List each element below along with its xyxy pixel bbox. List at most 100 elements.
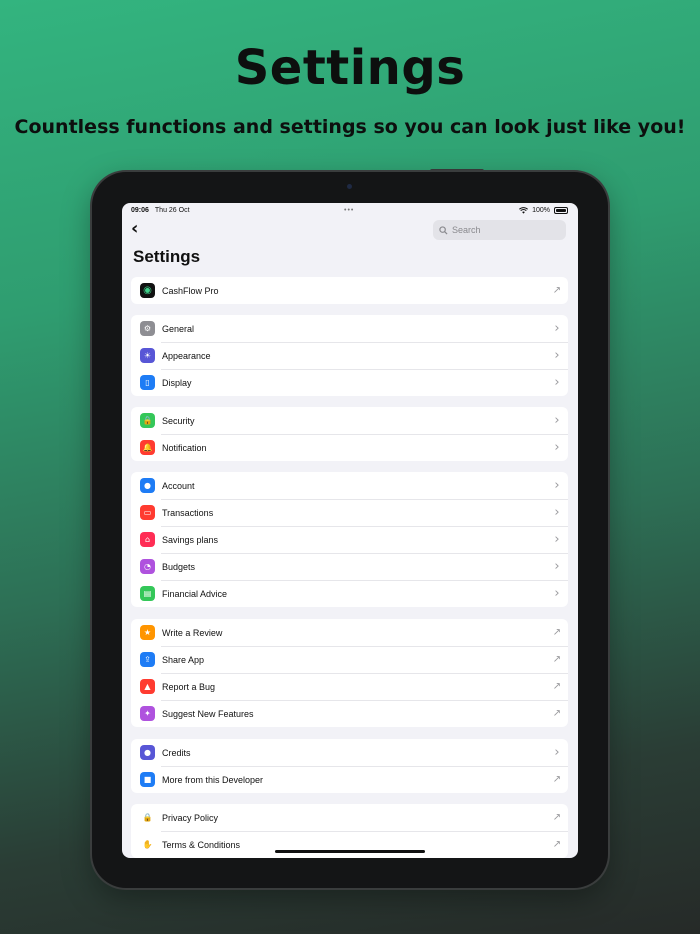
settings-row-label: Savings plans bbox=[162, 534, 219, 545]
app-logo-icon: ◉ bbox=[140, 283, 155, 298]
settings-row-cashflow-pro[interactable]: ◉ CashFlow Pro ↗ bbox=[131, 277, 568, 304]
pie-chart-icon: ◔ bbox=[140, 559, 155, 574]
status-time: 09:06 bbox=[131, 206, 149, 214]
chevron-right-icon: › bbox=[554, 440, 560, 455]
sparkles-icon: ✦ bbox=[140, 706, 155, 721]
settings-row-label: Share App bbox=[162, 654, 205, 665]
settings-row-label: Credits bbox=[162, 747, 191, 758]
settings-row-share-app[interactable]: ⇪ Share App ↗ bbox=[131, 646, 568, 673]
ipad-screen: 09:06 Thu 26 Oct ••• 100% ‹ Search Setti… bbox=[122, 203, 578, 858]
settings-row-general[interactable]: ⚙ General › bbox=[131, 315, 568, 342]
settings-row-label: Privacy Policy bbox=[162, 812, 219, 823]
status-bar: 09:06 Thu 26 Oct ••• 100% bbox=[122, 203, 578, 217]
chevron-right-icon: › bbox=[554, 321, 560, 336]
settings-row-display[interactable]: ▯ Display › bbox=[131, 369, 568, 396]
share-icon: ⇪ bbox=[140, 652, 155, 667]
people-icon: ● bbox=[140, 745, 155, 760]
settings-row-budgets[interactable]: ◔ Budgets › bbox=[131, 553, 568, 580]
search-icon bbox=[439, 225, 448, 235]
settings-row-credits[interactable]: ● Credits › bbox=[131, 739, 568, 766]
external-link-icon: ↗ bbox=[552, 654, 562, 665]
external-link-icon: ↗ bbox=[552, 681, 562, 692]
settings-group: ◉ CashFlow Pro ↗ bbox=[131, 277, 568, 304]
settings-row-label: Display bbox=[162, 377, 192, 388]
star-icon: ★ bbox=[140, 625, 155, 640]
search-input[interactable]: Search bbox=[433, 220, 566, 240]
settings-row-transactions[interactable]: ▭ Transactions › bbox=[131, 499, 568, 526]
wifi-icon bbox=[519, 206, 529, 214]
card-icon: ▭ bbox=[140, 505, 155, 520]
settings-row-financial-advice[interactable]: ▤ Financial Advice › bbox=[131, 580, 568, 607]
chevron-right-icon: › bbox=[554, 586, 560, 601]
chevron-right-icon: › bbox=[554, 559, 560, 574]
chevron-right-icon: › bbox=[554, 413, 560, 428]
home-indicator[interactable] bbox=[275, 850, 425, 853]
battery-percent: 100% bbox=[532, 206, 550, 214]
settings-group: ● Credits › ■ More from this Developer ↗ bbox=[131, 739, 568, 793]
ipad-frame: 09:06 Thu 26 Oct ••• 100% ‹ Search Setti… bbox=[92, 172, 608, 888]
settings-row-label: CashFlow Pro bbox=[162, 285, 219, 296]
multitasking-dots-icon[interactable]: ••• bbox=[344, 207, 354, 214]
bank-icon: ⌂ bbox=[140, 532, 155, 547]
settings-row-label: Terms & Conditions bbox=[162, 839, 241, 850]
page-title: Settings bbox=[133, 247, 201, 266]
settings-row-label: Notification bbox=[162, 442, 207, 453]
search-placeholder: Search bbox=[452, 225, 481, 235]
chevron-right-icon: › bbox=[554, 375, 560, 390]
back-chevron-icon[interactable]: ‹ bbox=[131, 219, 138, 239]
hero-title: Settings bbox=[234, 40, 466, 96]
external-link-icon: ↗ bbox=[552, 774, 562, 785]
settings-row-label: Account bbox=[162, 480, 195, 491]
chevron-right-icon: › bbox=[554, 348, 560, 363]
settings-row-label: More from this Developer bbox=[162, 774, 264, 785]
settings-row-label: Suggest New Features bbox=[162, 708, 254, 719]
settings-row-write-a-review[interactable]: ★ Write a Review ↗ bbox=[131, 619, 568, 646]
warning-icon: ▲ bbox=[140, 679, 155, 694]
camera-icon bbox=[347, 184, 352, 189]
settings-row-label: Transactions bbox=[162, 507, 214, 518]
settings-row-label: Report a Bug bbox=[162, 681, 216, 692]
external-link-icon: ↗ bbox=[552, 812, 562, 823]
external-link-icon: ↗ bbox=[552, 708, 562, 719]
phone-icon: ▯ bbox=[140, 375, 155, 390]
chevron-right-icon: › bbox=[554, 505, 560, 520]
settings-group: ● Account › ▭ Transactions › ⌂ Savings plans › ◔ B… bbox=[131, 472, 568, 607]
settings-row-terms-conditions[interactable]: ✋ Terms & Conditions ↗ bbox=[131, 831, 568, 858]
lock-small-icon: 🔒 bbox=[142, 813, 153, 822]
settings-row-privacy-policy[interactable]: 🔒 Privacy Policy ↗ bbox=[131, 804, 568, 831]
settings-row-label: Appearance bbox=[162, 350, 211, 361]
gear-icon: ⚙ bbox=[140, 321, 155, 336]
chevron-right-icon: › bbox=[554, 478, 560, 493]
settings-row-label: Write a Review bbox=[162, 627, 223, 638]
settings-row-report-a-bug[interactable]: ▲ Report a Bug ↗ bbox=[131, 673, 568, 700]
external-link-icon: ↗ bbox=[552, 627, 562, 638]
hand-icon: ✋ bbox=[142, 840, 153, 849]
settings-row-suggest-new-features[interactable]: ✦ Suggest New Features ↗ bbox=[131, 700, 568, 727]
settings-row-label: Budgets bbox=[162, 561, 196, 572]
settings-row-appearance[interactable]: ☀ Appearance › bbox=[131, 342, 568, 369]
lock-icon: 🔒 bbox=[140, 413, 155, 428]
settings-row-label: Financial Advice bbox=[162, 588, 228, 599]
settings-row-label: Security bbox=[162, 415, 195, 426]
settings-row-security[interactable]: 🔒 Security › bbox=[131, 407, 568, 434]
settings-row-more-from-this-developer[interactable]: ■ More from this Developer ↗ bbox=[131, 766, 568, 793]
sun-icon: ☀ bbox=[140, 348, 155, 363]
settings-row-notification[interactable]: 🔔 Notification › bbox=[131, 434, 568, 461]
external-link-icon: ↗ bbox=[552, 285, 562, 296]
chevron-right-icon: › bbox=[554, 745, 560, 760]
apps-icon: ■ bbox=[140, 772, 155, 787]
bell-icon: 🔔 bbox=[140, 440, 155, 455]
battery-icon bbox=[554, 206, 568, 214]
book-icon: ▤ bbox=[140, 586, 155, 601]
status-date: Thu 26 Oct bbox=[154, 206, 190, 214]
external-link-icon: ↗ bbox=[552, 839, 562, 850]
settings-row-savings-plans[interactable]: ⌂ Savings plans › bbox=[131, 526, 568, 553]
settings-group: 🔒 Security › 🔔 Notification › bbox=[131, 407, 568, 461]
chevron-right-icon: › bbox=[554, 532, 560, 547]
hero-subtitle: Countless functions and settings so you … bbox=[14, 116, 686, 138]
settings-group: ⚙ General › ☀ Appearance › ▯ Display › bbox=[131, 315, 568, 396]
person-icon: ● bbox=[140, 478, 155, 493]
settings-row-label: General bbox=[162, 323, 195, 334]
settings-group: ★ Write a Review ↗ ⇪ Share App ↗ ▲ Report a Bug… bbox=[131, 619, 568, 727]
settings-row-account[interactable]: ● Account › bbox=[131, 472, 568, 499]
